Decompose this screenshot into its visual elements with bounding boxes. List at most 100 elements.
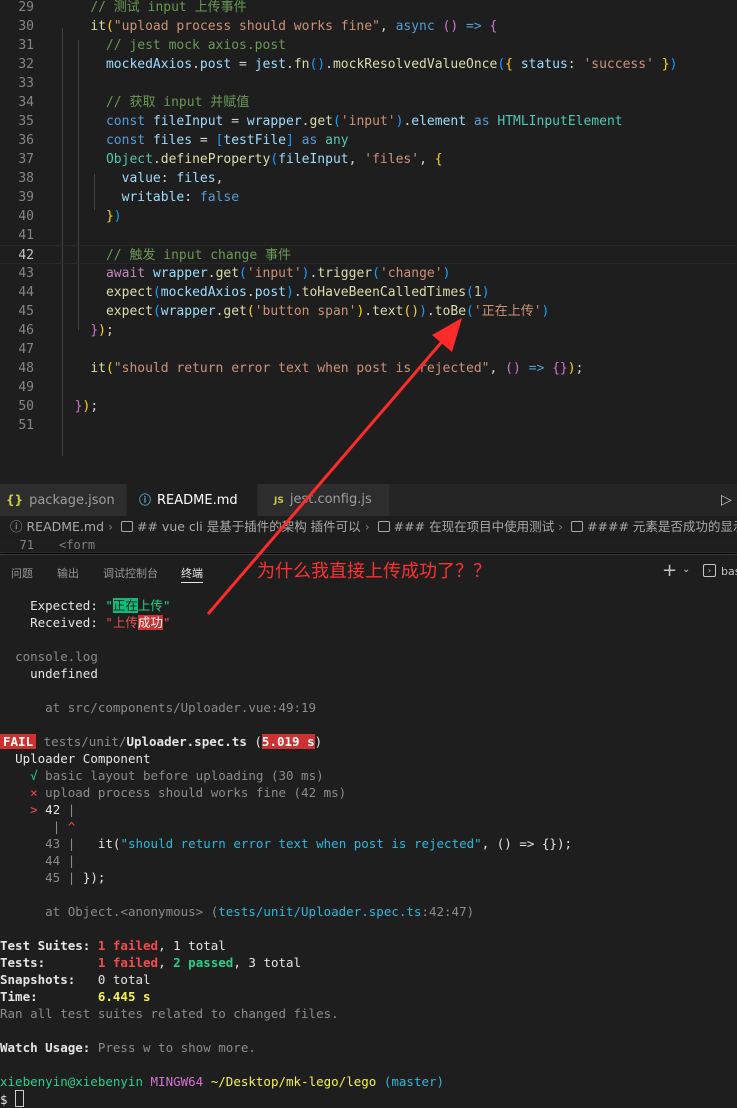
code-text: it("should return error text when post i… — [59, 359, 583, 378]
code-token: wrapper — [246, 114, 302, 129]
code-text: // 测试 input 上传事件 — [59, 0, 247, 17]
frame-string: "should return error text when post is r… — [120, 836, 482, 851]
code-editor[interactable]: 29 // 测试 input 上传事件 30 it("upload process… — [0, 0, 737, 484]
code-line[interactable]: 37 Object.defineProperty(fileInput, 'fil… — [0, 150, 737, 169]
tab-debug-console[interactable]: 调试控制台 — [103, 565, 158, 581]
tab-terminal[interactable]: 终端 — [181, 565, 203, 583]
total-count: , 3 total — [233, 955, 302, 970]
code-token: . — [246, 285, 255, 300]
tab-package-json[interactable]: {} package.json — [0, 484, 127, 516]
input-line[interactable]: $ — [0, 1090, 737, 1107]
code-token: mockedAxios — [105, 57, 193, 72]
section-icon — [121, 521, 134, 532]
code-line[interactable]: 47 — [0, 340, 737, 359]
stack-path[interactable]: tests/unit/Uploader.spec.ts — [218, 904, 421, 919]
code-token: ) — [567, 361, 576, 376]
expected-rest: 上传 — [137, 598, 163, 613]
code-text: const fileInput = wrapper.get('input').e… — [59, 112, 623, 131]
code-token: = — [223, 114, 247, 129]
code-token: . — [286, 57, 294, 72]
add-terminal-icon[interactable]: + — [662, 560, 677, 581]
code-line[interactable]: 32 mockedAxios.post = jest.fn().mockReso… — [0, 55, 737, 74]
summary-label: Test Suites: — [0, 938, 98, 953]
code-line[interactable]: 49 — [0, 378, 737, 397]
code-line[interactable]: 50 }); — [0, 397, 737, 416]
prompt-user: xiebenyin@xiebenyin — [0, 1074, 143, 1089]
code-token: : — [184, 190, 200, 205]
code-line[interactable]: 33 — [0, 74, 737, 93]
tab-problems[interactable]: 问题 — [11, 565, 33, 581]
editor-tab-bar: {} package.json ⓘ README.md JS jest.config.… — [0, 484, 737, 516]
code-line[interactable]: 43 await wrapper.get('input').trigger('c… — [0, 264, 737, 283]
code-line[interactable]: 29 // 测试 input 上传事件 — [0, 0, 737, 17]
prompt-symbol: $ — [0, 1092, 8, 1107]
line-number: 41 — [18, 228, 34, 243]
breadcrumb-item[interactable]: ### 在现在项目中使用测试 — [394, 516, 554, 538]
code-line[interactable]: 41 — [0, 226, 737, 245]
code-token: fn — [293, 57, 310, 72]
tab-label: package.json — [29, 493, 115, 508]
chevron-down-icon[interactable]: ⌄ — [682, 564, 690, 575]
code-token: . — [301, 114, 310, 129]
frame-code: it — [97, 836, 113, 851]
code-token: ; — [105, 323, 114, 338]
code-token: // 测试 input 上传事件 — [90, 0, 247, 15]
code-token: false — [199, 190, 240, 205]
terminal-icon[interactable]: › — [703, 564, 716, 577]
code-token: text — [372, 304, 404, 319]
code-line[interactable]: 48 it("should return error text when pos… — [0, 359, 737, 378]
watch-label: Watch Usage: — [0, 1040, 98, 1055]
code-token: ) — [98, 323, 106, 338]
code-token: // 获取 input 并赋值 — [105, 95, 250, 110]
breadcrumb-item[interactable]: ## vue cli 是基于插件的架构 插件可以 — [137, 516, 361, 538]
code-line[interactable]: 38 value: files, — [0, 169, 737, 188]
code-text: it("upload process should works fine", a… — [59, 17, 497, 36]
run-play-icon[interactable]: ▷ — [721, 484, 737, 516]
breadcrumb-item[interactable]: README.md — [27, 516, 105, 538]
code-line[interactable]: 42 // 触发 input change 事件 — [0, 245, 737, 264]
code-text: // 获取 input 并赋值 — [59, 93, 249, 112]
line-number: 46 — [18, 323, 34, 338]
code-line[interactable]: 31 // jest mock axios.post — [0, 36, 737, 55]
code-line[interactable]: 44 expect(mockedAxios.post).toHaveBeenCa… — [0, 283, 737, 302]
annotation-text: 为什么我直接上传成功了？？ — [257, 561, 491, 582]
code-frame-caret: | ^ — [52, 819, 76, 834]
code-token: const — [105, 133, 146, 148]
code-token: value — [121, 171, 161, 186]
code-token: , — [379, 19, 396, 34]
code-line[interactable]: 39 writable: false — [0, 188, 737, 207]
breadcrumb-item[interactable]: #### 元素是否成功的显示 — [587, 516, 737, 538]
code-line[interactable]: 34 // 获取 input 并赋值 — [0, 93, 737, 112]
sticky-code: <form — [59, 538, 96, 552]
code-line[interactable]: 45 expect(wrapper.get('button span').tex… — [0, 302, 737, 321]
code-line[interactable]: 30 it("upload process should works fine"… — [0, 17, 737, 36]
code-token: () — [442, 19, 459, 34]
suite-line: Uploader Component — [0, 750, 737, 767]
code-token: ) — [669, 57, 678, 72]
code-line[interactable]: 35 const fileInput = wrapper.get('input'… — [0, 112, 737, 131]
code-token: fileInput — [278, 152, 349, 167]
code-token: element — [411, 114, 467, 129]
sticky-scroll-line[interactable]: 71 <form — [0, 538, 737, 553]
code-token: trigger — [317, 266, 373, 281]
tab-jest-config[interactable]: JS jest.config.js — [258, 484, 390, 516]
code-line[interactable]: 40 }) — [0, 207, 737, 226]
tab-readme[interactable]: ⓘ README.md — [127, 484, 258, 516]
code-token: writable — [121, 190, 185, 205]
watch-usage-line: Watch Usage: Press w to show more. — [0, 1039, 737, 1056]
chevron-right-icon: › — [108, 519, 114, 534]
code-token: '正在上传' — [473, 304, 542, 319]
code-line[interactable]: 46 }); — [0, 321, 737, 340]
code-line[interactable]: 36 const files = [testFile] as any — [0, 131, 737, 150]
code-token: => — [466, 19, 482, 34]
code-line[interactable]: 51 — [0, 416, 737, 435]
line-number: 39 — [18, 190, 34, 205]
terminal-name[interactable]: bas — [721, 565, 737, 578]
code-token: async — [395, 19, 435, 34]
tab-output[interactable]: 输出 — [57, 565, 79, 581]
